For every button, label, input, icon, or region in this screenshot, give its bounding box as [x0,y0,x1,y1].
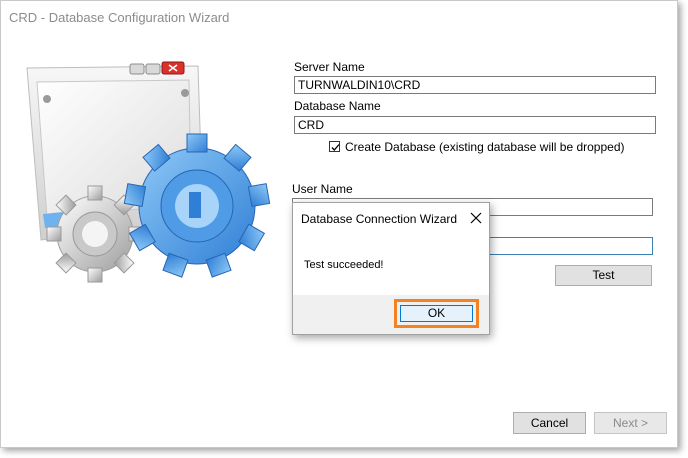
close-icon[interactable] [469,211,483,225]
server-name-label: Server Name [294,60,365,74]
next-button[interactable]: Next > [594,412,667,434]
test-button[interactable]: Test [555,265,652,286]
server-name-input[interactable] [294,76,656,94]
connection-dialog: Database Connection Wizard Test succeede… [292,202,490,335]
checkmark-icon [331,144,340,151]
user-name-label: User Name [292,182,353,196]
dialog-title: Database Connection Wizard [301,212,458,226]
database-name-input[interactable] [294,116,656,134]
ok-button-label: OK [427,306,446,320]
cancel-button[interactable]: Cancel [513,412,586,434]
wizard-window: CRD - Database Configuration Wizard Serv… [0,0,678,448]
create-database-checkbox[interactable] [329,141,340,152]
create-database-label: Create Database (existing database will … [345,140,625,154]
ok-button-highlight: OK [394,299,479,328]
window-title: CRD - Database Configuration Wizard [9,10,230,25]
database-name-label: Database Name [294,99,381,113]
window-with-gears-illustration [26,61,271,283]
ok-button[interactable]: OK [400,305,473,322]
dialog-footer: OK [293,295,489,334]
dialog-message: Test succeeded! [304,259,384,271]
